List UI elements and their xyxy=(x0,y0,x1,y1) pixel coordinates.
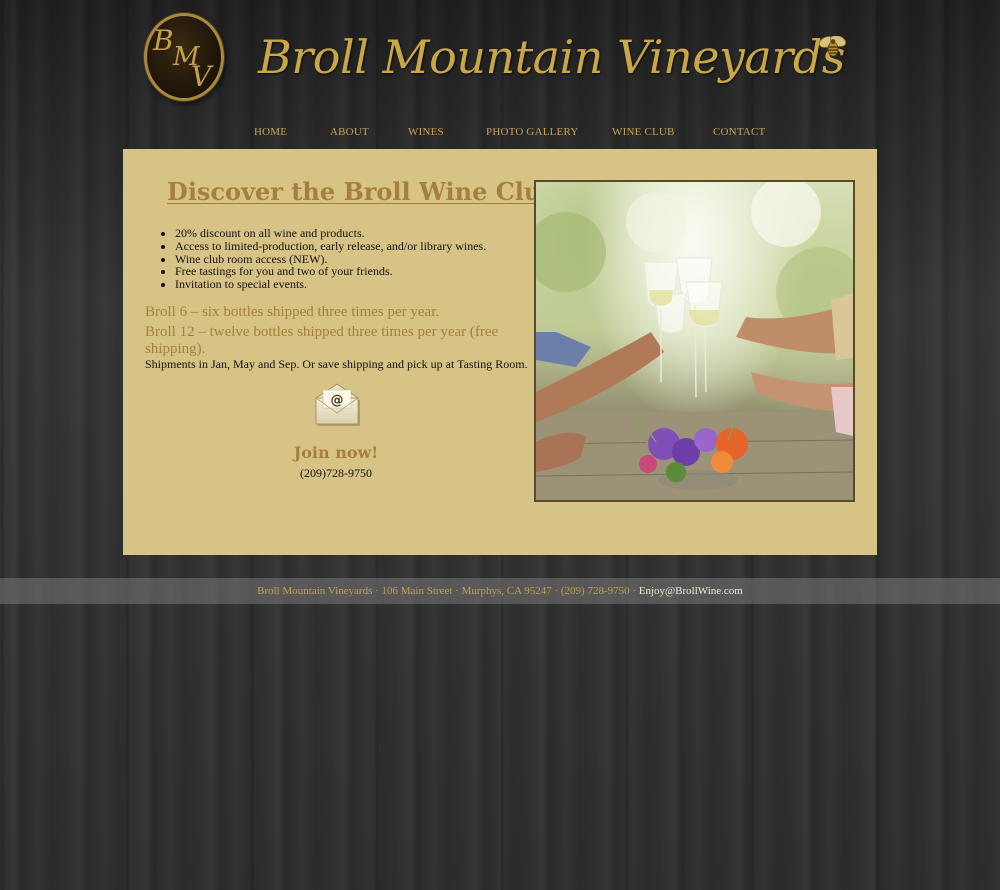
nav-photo-gallery[interactable]: PHOTO GALLERY xyxy=(486,124,579,140)
plan-broll-6: Broll 6 – six bottles shipped three time… xyxy=(145,304,440,320)
nav-wine-club[interactable]: WINE CLUB xyxy=(612,124,675,140)
wine-club-panel: Discover the Broll Wine Club 20% discoun… xyxy=(123,149,877,555)
email-envelope-icon[interactable]: @ xyxy=(312,382,362,428)
benefit-item: Invitation to special events. xyxy=(175,278,515,291)
logo-letter-b: B xyxy=(153,24,174,57)
footer-address: Broll Mountain Vineyards · 106 Main Stre… xyxy=(257,585,639,597)
wine-toast-photo xyxy=(534,180,855,502)
nav-wines[interactable]: WINES xyxy=(408,124,444,140)
shipping-note: Shipments in Jan, May and Sep. Or save s… xyxy=(145,357,528,371)
join-now-link[interactable]: Join now! xyxy=(236,443,436,462)
bee-icon xyxy=(818,36,847,57)
footer-email-link[interactable]: Enjoy@BrollWine.com xyxy=(639,585,743,597)
nav-home[interactable]: HOME xyxy=(254,124,287,140)
main-nav: HOME ABOUT WINES PHOTO GALLERY WINE CLUB… xyxy=(0,124,1000,142)
logo-letter-v: V xyxy=(191,60,212,93)
nav-contact[interactable]: CONTACT xyxy=(713,124,765,140)
benefit-item: 20% discount on all wine and products. xyxy=(175,227,515,240)
site-footer: Broll Mountain Vineyards · 106 Main Stre… xyxy=(0,578,1000,604)
phone-number: (209)728-9750 xyxy=(300,466,372,480)
photo-illustration xyxy=(536,182,853,500)
page-title: Discover the Broll Wine Club xyxy=(167,177,559,206)
email-at-symbol: @ xyxy=(331,393,344,408)
nav-about[interactable]: ABOUT xyxy=(330,124,369,140)
benefits-list: 20% discount on all wine and products. A… xyxy=(175,227,515,291)
bmv-logo[interactable]: B M V xyxy=(144,13,224,101)
site-title[interactable]: Broll Mountain Vineyards xyxy=(258,26,845,88)
plan-broll-12: Broll 12 – twelve bottles shipped three … xyxy=(145,324,499,357)
benefit-item: Access to limited-production, early rele… xyxy=(175,239,515,253)
